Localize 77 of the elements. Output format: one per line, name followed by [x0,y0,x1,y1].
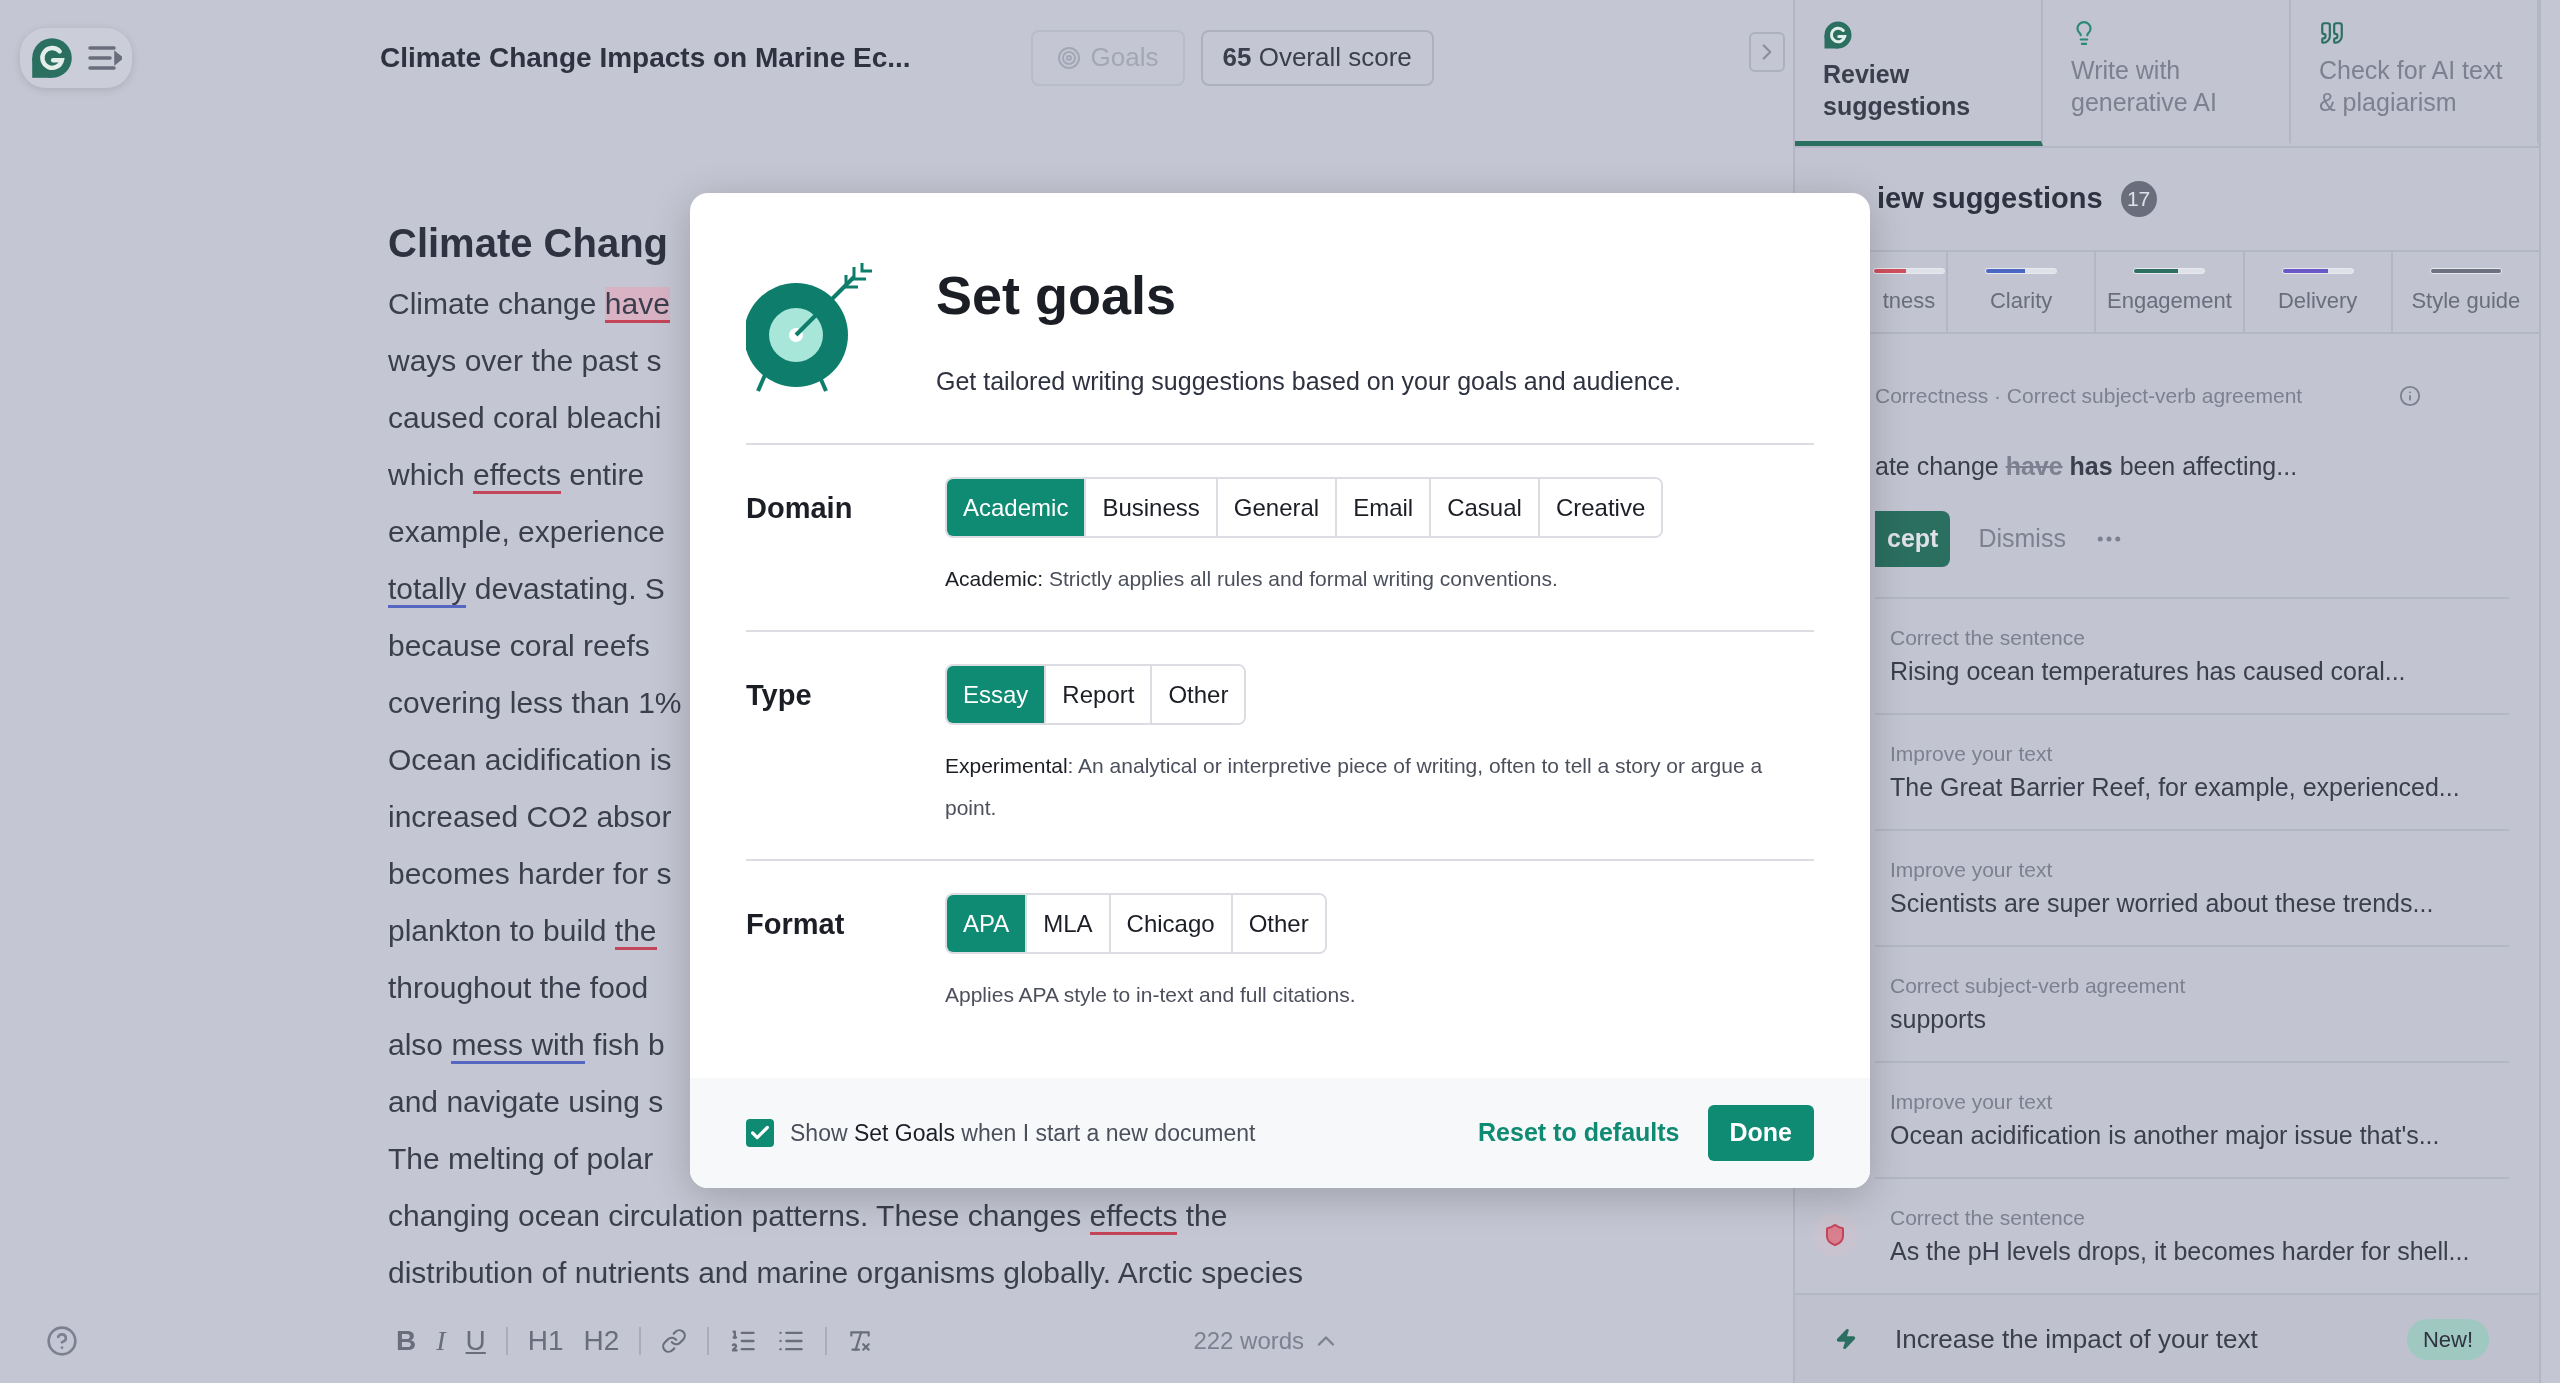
collapse-button[interactable] [1749,32,1785,72]
heading-button[interactable]: H1 [517,1320,574,1362]
option-button[interactable]: Other [1150,666,1245,723]
menu-icon[interactable] [88,44,122,71]
sidebar-tab[interactable]: Write with generative AI [2043,0,2291,146]
word-count-button[interactable]: 222 words [1193,1323,1341,1359]
category-tab[interactable]: Delivery [2244,252,2393,332]
section-label: Type [746,678,813,713]
option-button[interactable]: Other [1230,895,1325,952]
quote-icon [2319,20,2345,46]
text-line: example, experience [388,514,665,550]
category-tab[interactable]: Engagement [2096,252,2245,332]
document-title: Climate Change Impacts on Marine Ec... [380,40,911,75]
italic-button[interactable]: I [426,1320,456,1362]
logo-icon [30,35,74,80]
text-line: also mess with fish b [388,1016,665,1073]
dialog-subtitle: Get tailored writing suggestions based on your goals and audience. [936,366,1681,397]
category-tab[interactable]: Style guide [2392,252,2539,332]
text-line: throughout the food [388,970,649,1006]
accept-button[interactable]: cept [1875,511,1951,567]
option-description: Experimental: An analytical or interpretive piece of writing, often to tell a story or argue a point. [945,753,1764,821]
bold-button[interactable]: B [386,1320,427,1362]
text-line: plankton to build the [388,902,657,959]
text-line: ways over the past s [388,343,662,379]
option-button[interactable]: APA [947,895,1026,952]
lightning-icon [1835,1328,1857,1350]
app-menu-pill[interactable] [20,27,132,88]
text-line: changing ocean circulation patterns. These changes effects the [388,1187,1228,1244]
text-line: totally devastating. S [388,560,665,617]
option-button[interactable]: Essay [947,666,1045,723]
logo-icon [1823,20,1853,50]
new-badge: New! [2406,1318,2489,1360]
category-tab[interactable]: tness [1872,252,1948,332]
suggestion-item[interactable]: Improve your text Scientists are super worried about these trends... [1875,829,2509,945]
count-badge: 17 [2120,181,2157,217]
checkbox[interactable] [746,1119,774,1147]
text-line: Ocean acidification is [388,742,672,778]
heading-button[interactable]: H2 [573,1320,630,1362]
target-icon [1056,45,1081,70]
dialog-title: Set goals [936,264,1178,327]
dismiss-button[interactable]: Dismiss [1978,520,2066,558]
shield-icon [1813,1213,1857,1257]
info-icon[interactable] [2399,384,2421,407]
text-line: caused coral bleachi [388,400,662,436]
card-meta: Correctness · Correct subject-verb agreement [1875,383,2303,409]
option-button[interactable]: Creative [1537,479,1662,536]
category-tab[interactable]: Clarity [1948,252,2097,332]
reset-link[interactable]: Reset to defaults [1478,1114,1680,1152]
text-line: The melting of polar [388,1141,654,1177]
text-line: Climate change have [388,275,670,332]
text-line: and navigate using s [388,1084,664,1120]
overall-score-button[interactable]: 65 Overall score [1200,29,1434,86]
sidebar-tab[interactable]: Check for AI text & plagiarism [2291,0,2539,146]
link-icon[interactable] [661,1328,688,1354]
text-line: covering less than 1% [388,685,682,721]
option-description: Applies APA style to in-text and full citations. [945,982,1357,1008]
text-line: because coral reefs [388,628,650,664]
panel-heading: iew suggestions [1877,181,2103,217]
section-label: Domain [746,491,854,526]
card-sentence: ate change have has been affecting... [1875,450,2299,482]
suggestion-item[interactable]: Correct subject-verb agreement supports [1875,945,2509,1061]
option-button[interactable]: Academic [947,479,1085,536]
help-icon[interactable] [46,1325,78,1357]
text-line: distribution of nutrients and marine organisms globally. Arctic species [388,1255,1303,1291]
option-description: Academic: Strictly applies all rules and formal writing conventions. [945,566,1559,592]
suggestion-item[interactable]: Improve your text Ocean acidification is another major issue that's... [1875,1061,2509,1177]
text-line: increased CO2 absor [388,799,672,835]
checkbox-label: Show Set Goals when I start a new document [790,1118,1257,1148]
text-line: which effects entire [388,446,645,503]
suggestion-item[interactable]: Improve your text The Great Barrier Reef, for example, experienced... [1875,713,2509,829]
text-line: becomes harder for s [388,856,672,892]
done-button[interactable]: Done [1707,1105,1814,1161]
section-label: Format [746,907,846,942]
suggestion-item[interactable]: Correct the sentence Rising ocean temperatures has caused coral... [1875,597,2509,713]
sidebar-tab[interactable]: Review suggestions [1795,0,2043,146]
underline-button[interactable]: U [455,1320,496,1362]
document-heading: Climate Chang [388,220,670,267]
